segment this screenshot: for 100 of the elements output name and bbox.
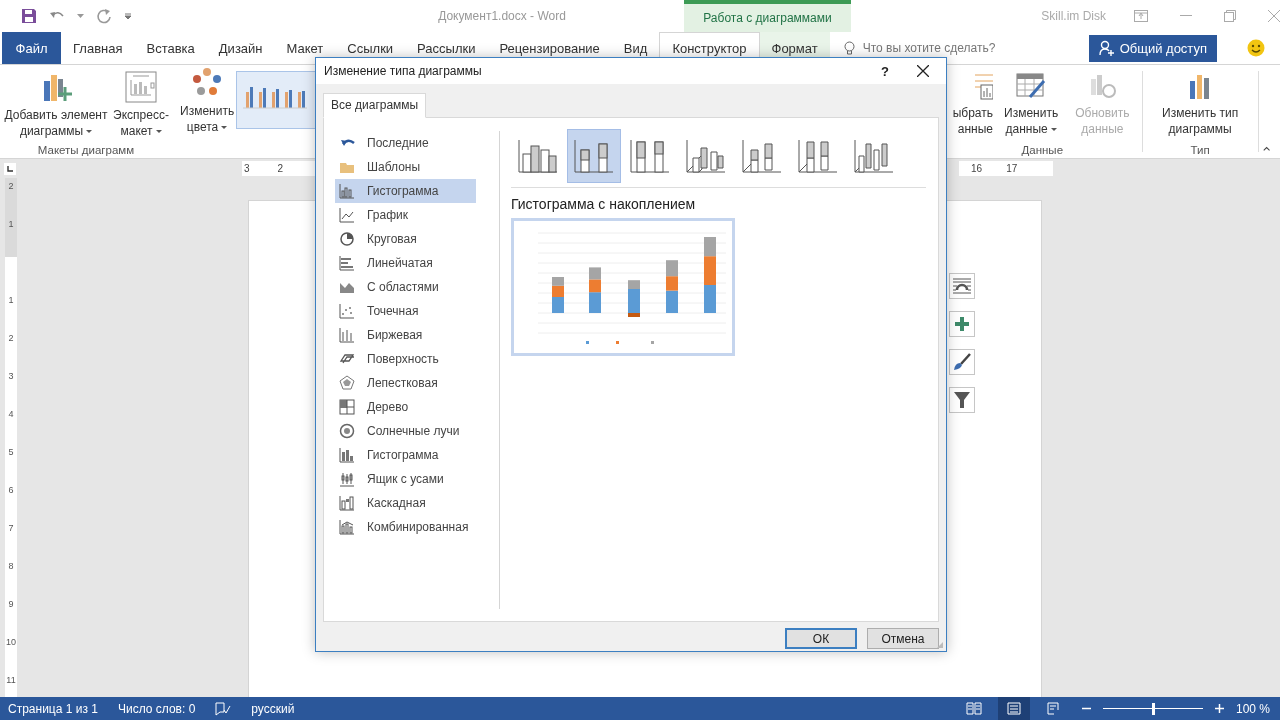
lightbulb-icon — [843, 40, 855, 56]
chart-type-item[interactable]: С областями — [335, 275, 476, 299]
zoom-level[interactable]: 100 % — [1235, 701, 1270, 716]
change-colors-button[interactable]: Изменить цвета — [180, 65, 235, 135]
ribbon-tab[interactable]: Дизайн — [206, 32, 275, 64]
plus-icon — [954, 316, 970, 332]
ribbon-tab[interactable]: Ссылки — [335, 32, 406, 64]
chart-subtype-button[interactable] — [567, 129, 621, 183]
column-chart-icon — [517, 138, 559, 174]
ok-button[interactable]: ОК — [785, 628, 857, 649]
combo-chart-icon — [339, 519, 355, 535]
help-button[interactable]: ? — [872, 63, 898, 79]
chart-type-item[interactable]: Точечная — [335, 299, 476, 323]
page-count[interactable]: Страница 1 из 1 — [8, 701, 98, 716]
column-chart-icon — [629, 138, 671, 174]
language-indicator[interactable]: русский — [251, 701, 295, 716]
ruler-number: 1 — [8, 295, 14, 307]
file-tab[interactable]: Файл — [2, 32, 61, 64]
chart-type-item[interactable]: Последние — [335, 131, 476, 155]
sunburst-chart-icon — [339, 423, 355, 439]
chart-layout-icon — [125, 71, 157, 103]
dialog-tab[interactable]: Все диаграммы — [323, 93, 427, 118]
word-count[interactable]: Число слов: 0 — [117, 701, 196, 716]
chart-filters-button[interactable] — [949, 387, 975, 413]
chart-preview[interactable] — [511, 218, 735, 356]
tell-me-field[interactable]: Что вы хотите сделать? — [860, 40, 1015, 56]
chart-type-item[interactable]: Круговая — [335, 227, 476, 251]
chart-elements-button[interactable] — [949, 311, 975, 337]
close-icon[interactable] — [1268, 10, 1280, 22]
ribbon-tab[interactable]: Главная — [61, 32, 135, 64]
chart-type-item[interactable]: Дерево — [335, 395, 476, 419]
chart-type-item[interactable]: Поверхность — [335, 347, 476, 371]
brush-icon — [953, 353, 971, 371]
ribbon-tab[interactable]: Макет — [274, 32, 336, 64]
cancel-button[interactable]: Отмена — [867, 628, 939, 649]
resize-grip-icon[interactable] — [936, 641, 944, 649]
contextual-tab-header: Работа с диаграммами — [683, 0, 852, 32]
chart-type-item[interactable]: Ящик с усами — [335, 467, 476, 491]
save-icon[interactable] — [21, 8, 37, 24]
customize-toolbar-icon[interactable] — [124, 12, 132, 20]
caret-icon[interactable] — [77, 14, 84, 18]
group-label: Данные — [1021, 144, 1064, 158]
web-page-icon — [1045, 702, 1062, 715]
group-label: Тип — [1190, 144, 1210, 158]
ribbon-tab[interactable]: Рассылки — [405, 32, 488, 64]
line-chart-icon — [339, 207, 355, 223]
chart-type-item[interactable]: Гистограмма — [335, 179, 476, 203]
collapse-ribbon-icon[interactable] — [1262, 146, 1270, 152]
proofing-icon[interactable] — [215, 701, 232, 716]
ribbon-tab[interactable]: Рецензирование — [487, 32, 612, 64]
chart-type-item[interactable]: Гистограмма — [335, 443, 476, 467]
chart-type-item[interactable]: Каскадная — [335, 491, 476, 515]
dialog-title: Изменение типа диаграммы — [324, 64, 482, 78]
tab-stop-icon[interactable] — [4, 162, 16, 175]
column-chart-icon — [685, 138, 727, 174]
ribbon-button[interactable]: Изменить данные — [995, 69, 1068, 137]
redo-icon[interactable] — [96, 8, 112, 24]
chart-type-item[interactable]: Биржевая — [335, 323, 476, 347]
chart-type-item[interactable]: График — [335, 203, 476, 227]
document-title: Документ1.docx - Word — [437, 9, 567, 23]
chart-styles-button[interactable] — [949, 349, 975, 375]
zoom-slider-thumb[interactable] — [1151, 702, 1155, 715]
chart-type-item[interactable]: Солнечные лучи — [335, 419, 476, 443]
zoom-slider[interactable] — [1102, 701, 1203, 716]
chart-type-item[interactable]: Лепестковая — [335, 371, 476, 395]
layout-options-button[interactable] — [949, 273, 975, 299]
book-icon — [965, 702, 982, 715]
chart-type-item[interactable]: Комбинированная — [335, 515, 476, 539]
column-chart-icon — [797, 138, 839, 174]
chart-style-thumbnail[interactable] — [236, 71, 315, 129]
subtype-title: Гистограмма с накоплением — [511, 196, 696, 212]
table-chart-icon — [975, 71, 993, 101]
ribbon-button[interactable]: Изменить тип диаграммы — [1148, 69, 1252, 137]
ruler-number: 2 — [8, 333, 14, 345]
restore-icon[interactable] — [1224, 10, 1236, 22]
chart-type-item[interactable]: Линейчатая — [335, 251, 476, 275]
ruler-number: 8 — [8, 561, 14, 573]
ruler-number: 17 — [1006, 163, 1018, 174]
radar-chart-icon — [339, 375, 355, 391]
legend-marker — [651, 341, 654, 344]
minimize-icon[interactable] — [1180, 15, 1192, 17]
column-chart-icon — [573, 138, 615, 174]
ruler-number: 11 — [6, 675, 16, 687]
print-layout-button[interactable] — [997, 697, 1030, 720]
ribbon-button[interactable]: ыбрать анные — [949, 69, 993, 137]
horizontal-bar-icon — [339, 255, 355, 271]
quick-layout-button[interactable]: Экспресс-макет — [112, 69, 170, 139]
zoom-in-icon[interactable] — [1214, 704, 1224, 713]
ribbon-display-icon[interactable] — [1134, 10, 1148, 22]
add-chart-element-button[interactable]: Добавить элемент диаграммы — [2, 69, 110, 139]
ribbon-tab[interactable]: Вид — [611, 32, 660, 64]
ribbon-tab[interactable]: Вставка — [134, 32, 207, 64]
chart-type-item[interactable]: Шаблоны — [335, 155, 476, 179]
smiley-icon[interactable] — [1247, 39, 1265, 57]
ruler-number: 9 — [8, 599, 14, 611]
scatter-chart-icon — [339, 303, 355, 319]
ruler-number: 16 — [971, 163, 983, 174]
ruler-number: 2 — [277, 163, 284, 174]
chart-bar — [552, 277, 564, 286]
share-button[interactable]: Общий доступ — [1088, 34, 1217, 62]
